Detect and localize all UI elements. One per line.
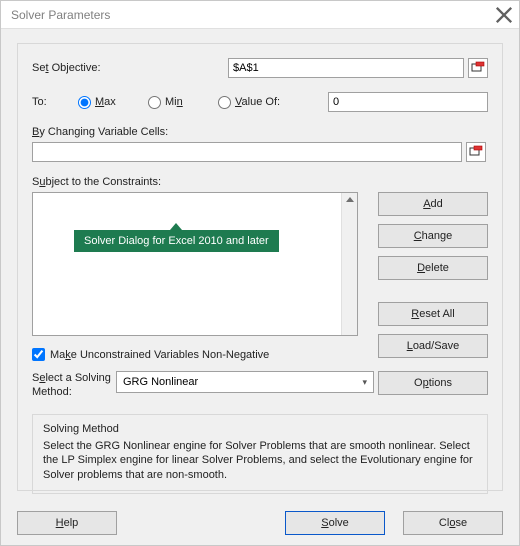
change-button[interactable]: Change [378,224,488,248]
info-text: Select the GRG Nonlinear engine for Solv… [43,439,477,484]
valueof-input[interactable] [328,92,488,112]
method-select[interactable]: GRG Nonlinear ▾ [116,371,374,393]
to-label: To: [32,96,78,108]
options-button[interactable]: Options [378,371,488,395]
load-save-button[interactable]: Load/Save [378,334,488,358]
solver-dialog: Solver Parameters Set Objective: To: Max… [0,0,520,546]
close-icon[interactable] [495,6,513,24]
titlebar: Solver Parameters [1,1,519,29]
unconstrained-nonneg-checkbox[interactable] [32,348,45,361]
range-picker-icon[interactable] [466,142,486,162]
callout-tooltip: Solver Dialog for Excel 2010 and later [74,230,279,252]
add-button[interactable]: Add [378,192,488,216]
objective-input[interactable] [228,58,464,78]
help-button[interactable]: Help [17,511,117,535]
set-objective-label: Set Objective: [32,62,228,74]
info-title: Solving Method [43,423,477,435]
dialog-body: Set Objective: To: Max Min Value Of: By … [1,29,519,545]
close-button[interactable]: Close [403,511,503,535]
method-value: GRG Nonlinear [123,376,198,388]
main-group: Set Objective: To: Max Min Value Of: By … [17,43,503,491]
window-title: Solver Parameters [11,8,110,22]
radio-max[interactable]: Max [78,96,148,109]
constraint-buttons: Add Change Delete Reset All Load/Save [378,192,488,358]
solve-button[interactable]: Solve [285,511,385,535]
range-picker-icon[interactable] [468,58,488,78]
delete-button[interactable]: Delete [378,256,488,280]
radio-min[interactable]: Min [148,96,218,109]
constraints-list[interactable] [32,192,358,336]
bottom-buttons: Help Solve Close [17,511,503,535]
solving-method-info: Solving Method Select the GRG Nonlinear … [32,414,488,495]
unconstrained-nonneg-label: Make Unconstrained Variables Non-Negativ… [50,349,269,361]
radio-valueof[interactable]: Value Of: [218,96,304,109]
method-label: Select a SolvingMethod: [32,371,116,400]
changing-cells-input[interactable] [32,142,462,162]
scrollbar[interactable] [341,193,357,335]
chevron-down-icon: ▾ [362,377,367,388]
changing-cells-label: By Changing Variable Cells: [32,126,488,138]
constraints-label: Subject to the Constraints: [32,176,488,188]
reset-all-button[interactable]: Reset All [378,302,488,326]
